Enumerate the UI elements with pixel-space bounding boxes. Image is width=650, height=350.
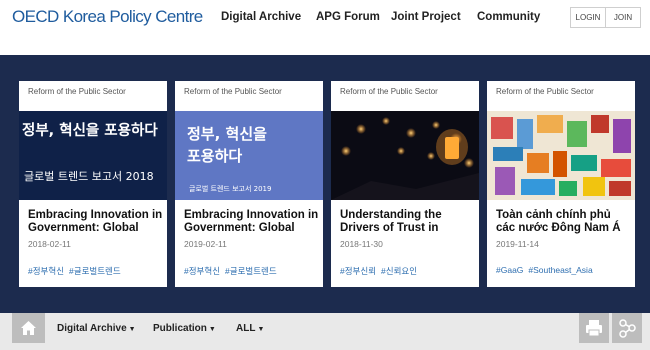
nav-apg-forum[interactable]: APG Forum <box>316 11 380 23</box>
print-icon <box>586 320 602 337</box>
home-icon <box>21 321 36 335</box>
filter-label: Publication <box>153 323 207 334</box>
candlelight-image <box>331 111 479 200</box>
nav-community[interactable]: Community <box>477 11 540 23</box>
login-button[interactable]: LOGIN <box>570 7 606 28</box>
card-title[interactable]: Embracing Innovation in Government: Glob… <box>28 209 164 235</box>
filter-label: ALL <box>236 323 256 334</box>
print-button[interactable] <box>579 313 609 343</box>
filter-label: Digital Archive <box>57 323 127 334</box>
tag-link[interactable]: #정부혁신 <box>28 266 64 276</box>
card-date: 2019-02-11 <box>184 239 227 249</box>
card-thumbnail[interactable]: 정부, 혁신을 포용하다 글로벌 트렌드 보고서 2018 <box>19 111 167 200</box>
tag-link[interactable]: #신뢰요인 <box>381 266 417 276</box>
filter-publication[interactable]: Publication ▼ <box>153 323 216 334</box>
card-category: Reform of the Public Sector <box>184 87 282 96</box>
card-category: Reform of the Public Sector <box>28 87 126 96</box>
card-date: 2018-11-30 <box>340 239 383 249</box>
card-tags: #정부혁신 #글로벌트렌드 <box>28 265 126 277</box>
site-logo[interactable]: OECD Korea Policy Centre <box>12 7 203 27</box>
card-tags: #정부신뢰 #신뢰요인 <box>340 265 422 277</box>
nav-joint-project[interactable]: Joint Project <box>391 11 461 23</box>
card-title[interactable]: Understanding the Drivers of Trust in <box>340 209 476 235</box>
thumbnail-heading: 정부, 혁신을 포용하다 <box>22 123 158 139</box>
card-thumbnail[interactable]: 정부, 혁신을 포용하다 글로벌 트렌드 보고서 2019 <box>175 111 323 200</box>
card-category: Reform of the Public Sector <box>496 87 594 96</box>
join-button[interactable]: JOIN <box>605 7 641 28</box>
tag-link[interactable]: #Southeast_Asia <box>528 265 592 275</box>
share-icon <box>619 319 636 338</box>
thumbnail-heading-line2: 포용하다 <box>187 147 243 165</box>
thumbnail-subheading: 글로벌 트렌드 보고서 2019 <box>189 185 272 193</box>
card-title[interactable]: Toàn cảnh chính phủ các nước Đông Nam Á … <box>496 209 632 235</box>
publication-card[interactable]: Reform of the Public Sector Understandin… <box>331 81 479 287</box>
home-button[interactable] <box>12 313 45 343</box>
card-category: Reform of the Public Sector <box>340 87 438 96</box>
chevron-down-icon: ▼ <box>128 326 136 333</box>
card-tags: #정부혁신 #글로벌트렌드 <box>184 265 282 277</box>
filter-all[interactable]: ALL ▼ <box>236 323 264 334</box>
tag-link[interactable]: #GaaG <box>496 265 523 275</box>
tag-link[interactable]: #정부혁신 <box>184 266 220 276</box>
thumbnail-heading-line1: 정부, 혁신을 <box>187 125 267 143</box>
chevron-down-icon: ▼ <box>208 326 216 333</box>
thumbnail-subheading: 글로벌 트렌드 보고서 2018 <box>24 170 154 183</box>
filter-digital-archive[interactable]: Digital Archive ▼ <box>57 323 136 334</box>
tag-link[interactable]: #글로벌트렌드 <box>225 266 277 276</box>
publication-card[interactable]: Reform of the Public Sector 정부, 혁신을 포용하다… <box>19 81 167 287</box>
illustration-image <box>487 111 635 200</box>
chevron-down-icon: ▼ <box>257 326 265 333</box>
card-date: 2019-11-14 <box>496 239 539 249</box>
publication-card[interactable]: Reform of the Public Sector 정부, 혁신을 포용하다… <box>175 81 323 287</box>
nav-digital-archive[interactable]: Digital Archive <box>221 11 301 23</box>
card-title[interactable]: Embracing Innovation in Government: Glob… <box>184 209 320 235</box>
tag-link[interactable]: #정부신뢰 <box>340 266 376 276</box>
share-button[interactable] <box>612 313 642 343</box>
card-thumbnail[interactable] <box>331 111 479 200</box>
tag-link[interactable]: #글로벌트렌드 <box>69 266 121 276</box>
publication-card[interactable]: Reform of the Public Sector Toàn cảnh ch… <box>487 81 635 287</box>
site-header: OECD Korea Policy Centre Digital Archive… <box>0 0 650 55</box>
card-date: 2018-02-11 <box>28 239 71 249</box>
card-tags: #GaaG #Southeast_Asia <box>496 265 598 275</box>
card-thumbnail[interactable] <box>487 111 635 200</box>
